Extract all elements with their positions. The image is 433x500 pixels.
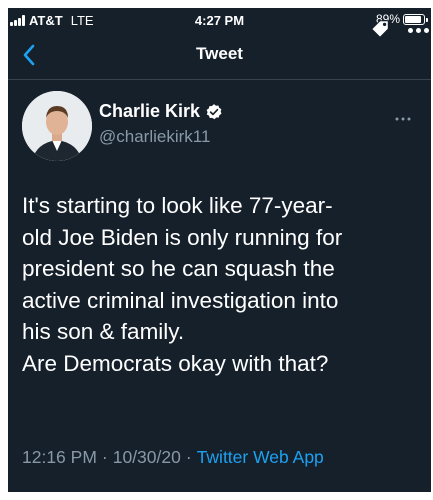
author-name-text: Charlie Kirk — [99, 101, 201, 121]
profile-photo — [22, 91, 92, 161]
battery-fill — [405, 15, 422, 23]
avatar[interactable] — [22, 91, 92, 161]
status-time: 4:27 PM — [194, 13, 245, 28]
tweet-line: active criminal investigation into — [22, 287, 339, 313]
tweet-line: old Joe Biden is only running for — [22, 224, 343, 250]
author-handle[interactable]: @charliekirk11 — [99, 127, 210, 147]
tweet-line: It's starting to look like 77-year- — [22, 193, 333, 218]
tweet-meta: 12:16 PM · 10/30/20 · Twitter Web App — [22, 447, 324, 468]
overlay-more-icon[interactable] — [408, 28, 429, 33]
page-title: Tweet — [196, 44, 243, 63]
tweet-text: It's starting to look like 77-year- old … — [22, 190, 417, 379]
tweet-line: his son & family. — [22, 319, 185, 344]
more-dots-icon — [395, 117, 411, 121]
tweet-source-link[interactable]: Twitter Web App — [197, 447, 324, 468]
battery-icon — [403, 13, 428, 25]
verified-badge-icon — [206, 103, 222, 119]
tweet-line: president so he can squash the — [22, 256, 335, 281]
more-options-button[interactable] — [395, 108, 411, 124]
tweet-time: 12:16 PM — [22, 447, 97, 467]
tweet-question: Are Democrats okay with that? — [22, 350, 329, 376]
status-bar: AT&T LTE 4:27 PM 89% — [8, 8, 431, 38]
meta-separator: · — [101, 447, 108, 467]
nav-bar: Tweet — [8, 34, 431, 80]
meta-separator: · — [185, 447, 192, 467]
author-name[interactable]: Charlie Kirk — [99, 101, 223, 122]
tweet-screen: AT&T LTE 4:27 PM 89% Tweet Charlie Kirk … — [8, 8, 431, 492]
tweet-date: 10/30/20 — [112, 447, 181, 467]
